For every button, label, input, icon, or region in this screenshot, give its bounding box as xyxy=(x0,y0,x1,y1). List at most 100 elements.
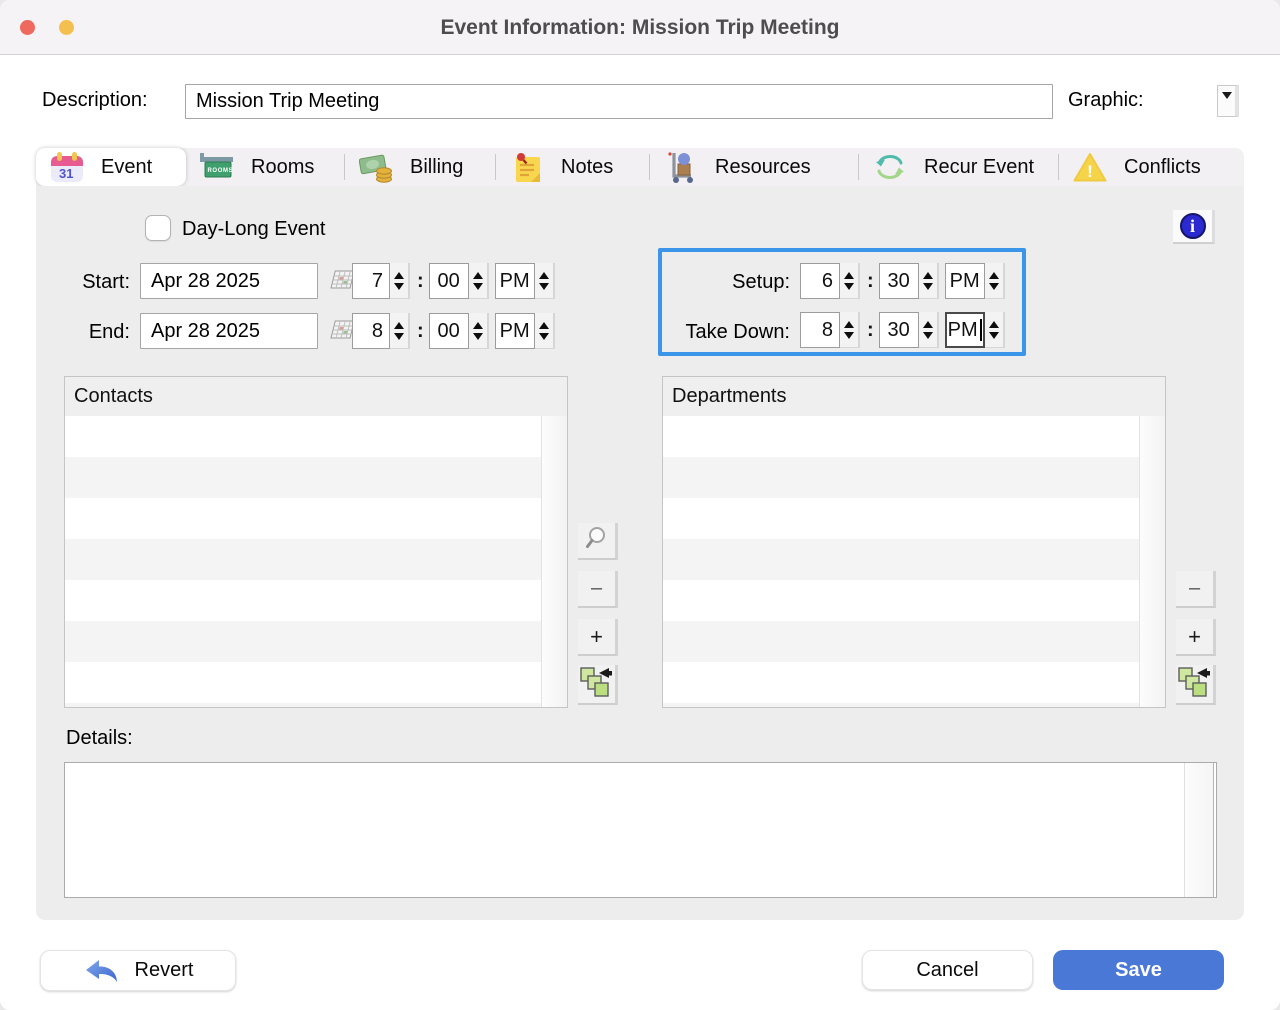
graphic-label: Graphic: xyxy=(1068,89,1144,111)
start-minute-field[interactable]: 00 xyxy=(428,263,469,299)
text-caret xyxy=(979,319,982,341)
end-minute-field[interactable]: 00 xyxy=(428,313,469,349)
take-down-period-field[interactable]: PM xyxy=(944,312,985,348)
contacts-search-button[interactable] xyxy=(578,523,618,560)
contacts-remove-button[interactable]: – xyxy=(578,571,618,608)
tab-notes-label: Notes xyxy=(561,155,614,178)
calendar-31-icon: 31 xyxy=(49,151,85,183)
info-button[interactable]: i xyxy=(1173,210,1215,244)
setup-hour-field[interactable]: 6 xyxy=(800,263,840,299)
departments-add-button[interactable]: + xyxy=(1176,619,1216,656)
event-information-dialog: Event Information: Mission Trip Meeting … xyxy=(0,0,1280,1010)
title-bar: Event Information: Mission Trip Meeting xyxy=(0,0,1280,55)
end-period-field[interactable]: PM xyxy=(494,313,535,349)
take-down-period-stepper[interactable] xyxy=(984,312,1005,348)
start-period-stepper[interactable] xyxy=(534,263,555,299)
time-separator: : xyxy=(417,269,424,292)
setup-minute-stepper[interactable] xyxy=(918,263,939,299)
day-long-event-label: Day-Long Event xyxy=(182,218,326,240)
warning-triangle-icon: ! xyxy=(1072,152,1108,182)
save-button[interactable]: Save xyxy=(1053,950,1224,990)
details-scrollbar[interactable] xyxy=(1184,763,1214,897)
tab-conflicts-label: Conflicts xyxy=(1124,155,1201,178)
departments-list[interactable] xyxy=(662,416,1166,708)
details-label: Details: xyxy=(66,727,133,749)
contacts-header-label: Contacts xyxy=(74,385,153,407)
departments-import-button[interactable] xyxy=(1176,665,1216,705)
graphic-dropdown-button[interactable] xyxy=(1217,85,1239,117)
cancel-button[interactable]: Cancel xyxy=(862,950,1033,990)
contacts-list-header: Contacts xyxy=(64,376,568,417)
take-down-period-value: PM xyxy=(947,318,978,341)
end-label: End: xyxy=(88,321,130,343)
start-time-group: 7 : 00 PM xyxy=(352,263,557,299)
chevron-down-icon xyxy=(1221,92,1232,99)
plus-icon: + xyxy=(590,623,603,649)
start-minute-stepper[interactable] xyxy=(468,263,489,299)
rooms-sign-icon: ROOMS xyxy=(199,152,235,182)
description-label: Description: xyxy=(42,89,148,111)
setup-period-field[interactable]: PM xyxy=(944,263,985,299)
setup-hour-stepper[interactable] xyxy=(840,263,860,299)
departments-header-label: Departments xyxy=(672,385,787,407)
tab-recur-event-label: Recur Event xyxy=(924,155,1035,178)
start-hour-field[interactable]: 7 xyxy=(352,263,390,299)
tab-event[interactable]: 31 Event xyxy=(36,148,186,186)
time-separator: : xyxy=(867,269,874,292)
tab-billing[interactable]: Billing xyxy=(345,148,495,186)
start-period-field[interactable]: PM xyxy=(494,263,535,299)
stacked-records-icon xyxy=(1177,665,1212,703)
revert-button[interactable]: Revert xyxy=(40,950,236,991)
contacts-import-button[interactable] xyxy=(578,665,618,705)
cancel-button-label: Cancel xyxy=(916,958,979,981)
tab-recur-event[interactable]: Recur Event xyxy=(859,148,1058,186)
tab-conflicts[interactable]: ! Conflicts xyxy=(1059,148,1244,186)
minus-icon: – xyxy=(1188,577,1201,599)
tab-rooms-label: Rooms xyxy=(251,155,315,178)
minus-icon: – xyxy=(590,577,603,599)
tab-event-label: Event xyxy=(101,155,153,178)
details-textarea[interactable] xyxy=(64,762,1217,898)
take-down-minute-field[interactable]: 30 xyxy=(878,312,919,348)
save-button-label: Save xyxy=(1115,958,1162,981)
end-minute-stepper[interactable] xyxy=(468,313,489,349)
tab-bar: 31 Event ROOMS Rooms Billing Notes Resou… xyxy=(36,148,1244,186)
stacked-records-icon xyxy=(579,665,614,703)
setup-time-group: 6 : 30 PM xyxy=(800,263,1007,299)
start-label: Start: xyxy=(82,271,130,293)
take-down-label: Take Down: xyxy=(685,321,791,343)
start-date-input[interactable] xyxy=(140,263,318,299)
hand-truck-icon xyxy=(663,151,699,183)
end-hour-stepper[interactable] xyxy=(390,313,410,349)
tab-rooms[interactable]: ROOMS Rooms xyxy=(186,148,344,186)
end-hour-field[interactable]: 8 xyxy=(352,313,390,349)
tab-resources[interactable]: Resources xyxy=(650,148,858,186)
end-period-stepper[interactable] xyxy=(534,313,555,349)
money-coins-icon xyxy=(358,152,394,183)
svg-text:31: 31 xyxy=(59,166,73,181)
window-title: Event Information: Mission Trip Meeting xyxy=(440,16,840,39)
svg-text:!: ! xyxy=(1087,162,1093,181)
contacts-add-button[interactable]: + xyxy=(578,619,618,656)
description-input[interactable] xyxy=(185,84,1053,119)
time-separator: : xyxy=(867,318,874,341)
revert-arrow-icon xyxy=(83,958,121,984)
setup-minute-field[interactable]: 30 xyxy=(878,263,919,299)
end-date-input[interactable] xyxy=(140,313,318,349)
take-down-minute-stepper[interactable] xyxy=(918,312,939,348)
setup-period-stepper[interactable] xyxy=(984,263,1005,299)
take-down-hour-field[interactable]: 8 xyxy=(800,312,840,348)
day-long-event-checkbox[interactable] xyxy=(145,215,171,241)
take-down-time-group: 8 : 30 PM xyxy=(800,312,1007,348)
tab-notes[interactable]: Notes xyxy=(496,148,649,186)
time-separator: : xyxy=(417,319,424,342)
contacts-list[interactable] xyxy=(64,416,568,708)
end-time-group: 8 : 00 PM xyxy=(352,313,557,349)
recur-arrows-icon xyxy=(872,152,908,182)
contacts-scrollbar[interactable] xyxy=(541,416,567,707)
take-down-hour-stepper[interactable] xyxy=(840,312,860,348)
plus-icon: + xyxy=(1188,623,1201,649)
departments-remove-button[interactable]: – xyxy=(1176,571,1216,608)
departments-scrollbar[interactable] xyxy=(1139,416,1165,707)
start-hour-stepper[interactable] xyxy=(390,263,410,299)
